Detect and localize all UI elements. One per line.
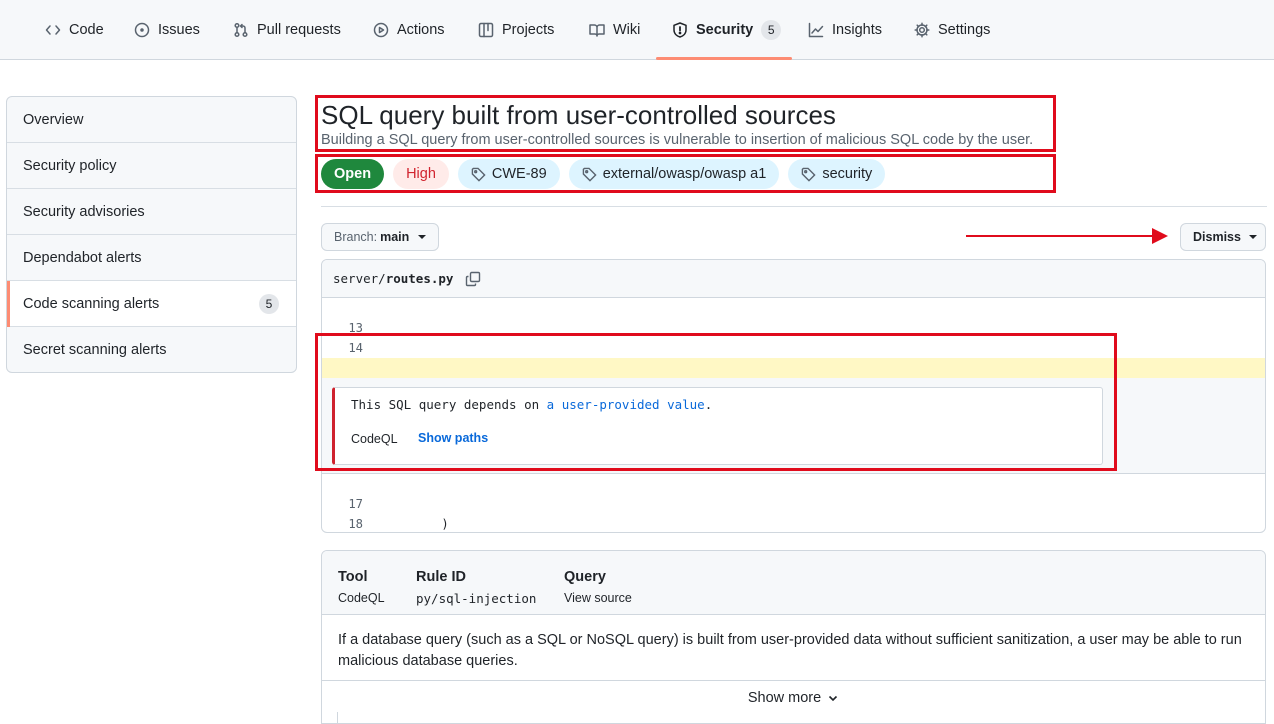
dismiss-label: Dismiss [1193,230,1241,244]
code-icon [45,25,61,35]
sidebar-item-dependabot-alerts[interactable]: Dependabot alerts [7,235,296,281]
selected-tab-underline [656,57,792,60]
sidebar-item-label: Code scanning alerts [23,295,160,312]
tab-label: Wiki [613,22,641,38]
tab-label: Actions [397,22,445,38]
sidebar-item-secret-scanning-alerts[interactable]: Secret scanning alerts [7,327,296,372]
chevron-down-icon [829,695,838,702]
sidebar-item-label: Overview [23,111,84,128]
code-line: 13 [322,298,1265,335]
header-divider [321,206,1267,207]
annotation-box-title [315,95,1056,152]
chevron-down-icon [418,235,427,239]
gear-icon [914,22,930,38]
copy-icon[interactable] [465,271,481,287]
sidebar-item-label: Security policy [23,157,117,174]
sidebar-item-label: Security advisories [23,203,145,220]
branch-label: Branch: [334,230,378,244]
code-line: 19 if len(books) == 0: [322,514,1265,532]
annotation-arrow-head [1152,228,1168,244]
tool-column: Tool CodeQL [338,569,385,605]
annotation-box-labels [315,154,1056,193]
tab-security[interactable]: Security 5 [672,0,782,60]
security-sidebar: Overview Security policy Security adviso… [6,96,297,373]
rule-id-value: py/sql-injection [416,591,537,606]
tab-settings[interactable]: Settings [914,0,990,60]
branch-value: main [380,230,410,244]
tab-code[interactable]: Code [45,0,104,60]
show-more-button[interactable]: Show more [322,680,1265,715]
file-dir: server/ [333,271,386,286]
tab-pull-requests[interactable]: Pull requests [233,0,341,60]
annotation-box-code [315,333,1117,471]
code-line: 18 books = [Book(*row) for row in cursor… [322,494,1265,531]
repo-nav: Code Issues Pull requests Actions Projec… [0,0,1274,60]
tab-wiki[interactable]: Wiki [589,0,640,60]
tool-label: Tool [338,569,368,585]
tab-insights[interactable]: Insights [808,0,882,60]
rule-info-header: Tool CodeQL Rule ID py/sql-injection Que… [322,551,1265,615]
query-column: Query View source [564,569,632,605]
code-scanning-count-badge: 5 [259,294,279,314]
tab-label: Projects [502,22,555,38]
chevron-down-icon [1248,235,1257,239]
timeline-line [337,712,338,724]
show-more-label: Show more [747,690,822,706]
tab-label: Code [69,22,104,38]
branch-select-button[interactable]: Branch: main [321,223,440,251]
tool-value: CodeQL [338,591,385,605]
sidebar-item-security-policy[interactable]: Security policy [7,143,296,189]
query-label: Query [564,569,606,585]
rule-id-column: Rule ID py/sql-injection [416,569,536,606]
annotation-arrow-line [966,235,1154,237]
file-path[interactable]: server/routes.py [333,271,453,286]
rule-info-panel: Tool CodeQL Rule ID py/sql-injection Que… [321,550,1266,724]
tab-actions[interactable]: Actions [373,0,445,60]
sidebar-item-code-scanning-alerts[interactable]: Code scanning alerts 5 [7,281,296,327]
table-icon [478,22,494,38]
book-icon [589,24,605,37]
play-icon [373,22,389,38]
tab-label: Settings [938,22,991,38]
tab-label: Security [696,22,754,38]
rule-id-label: Rule ID [416,569,466,585]
tab-label: Insights [832,22,882,38]
file-name: routes.py [385,271,454,286]
rule-description: If a database query (such as a SQL or No… [338,632,1242,669]
sidebar-item-overview[interactable]: Overview [7,97,296,143]
shield-icon [673,22,687,38]
sidebar-item-label: Secret scanning alerts [23,342,167,358]
code-file-header: server/routes.py [322,260,1265,298]
tab-issues[interactable]: Issues [134,0,200,60]
tab-label: Issues [158,22,200,38]
graph-icon [808,22,824,38]
pull-request-icon [234,22,248,38]
tab-projects[interactable]: Projects [478,0,554,60]
dismiss-button[interactable]: Dismiss [1180,223,1266,251]
sidebar-item-security-advisories[interactable]: Security advisories [7,189,296,235]
view-source-link[interactable]: View source [564,591,632,605]
code-line: 17 ) [322,474,1265,531]
sidebar-item-label: Dependabot alerts [23,249,142,266]
tab-label: Pull requests [257,22,341,38]
security-count-badge: 5 [761,20,782,40]
issue-icon [134,22,150,38]
